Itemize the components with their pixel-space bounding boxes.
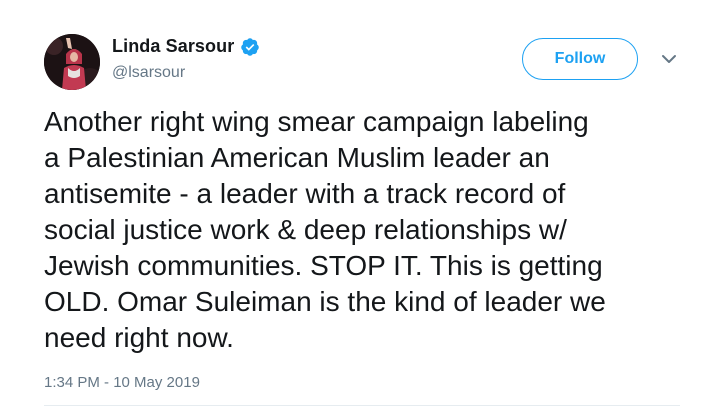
author-name-row: Linda Sarsour xyxy=(112,36,260,57)
divider xyxy=(44,405,680,406)
author-handle[interactable]: @lsarsour xyxy=(112,64,185,82)
follow-button[interactable]: Follow xyxy=(522,38,638,80)
author-display-name[interactable]: Linda Sarsour xyxy=(112,36,234,57)
tweet-text: Another right wing smear campaign labeli… xyxy=(44,106,606,353)
author-avatar[interactable] xyxy=(44,34,100,90)
chevron-down-icon[interactable] xyxy=(660,52,678,66)
verified-badge-icon xyxy=(240,37,260,57)
avatar-image xyxy=(44,34,100,90)
tweet-timestamp[interactable]: 1:34 PM - 10 May 2019 xyxy=(44,374,200,391)
tweet-card: Linda Sarsour @lsarsour Follow Another r… xyxy=(0,0,717,408)
